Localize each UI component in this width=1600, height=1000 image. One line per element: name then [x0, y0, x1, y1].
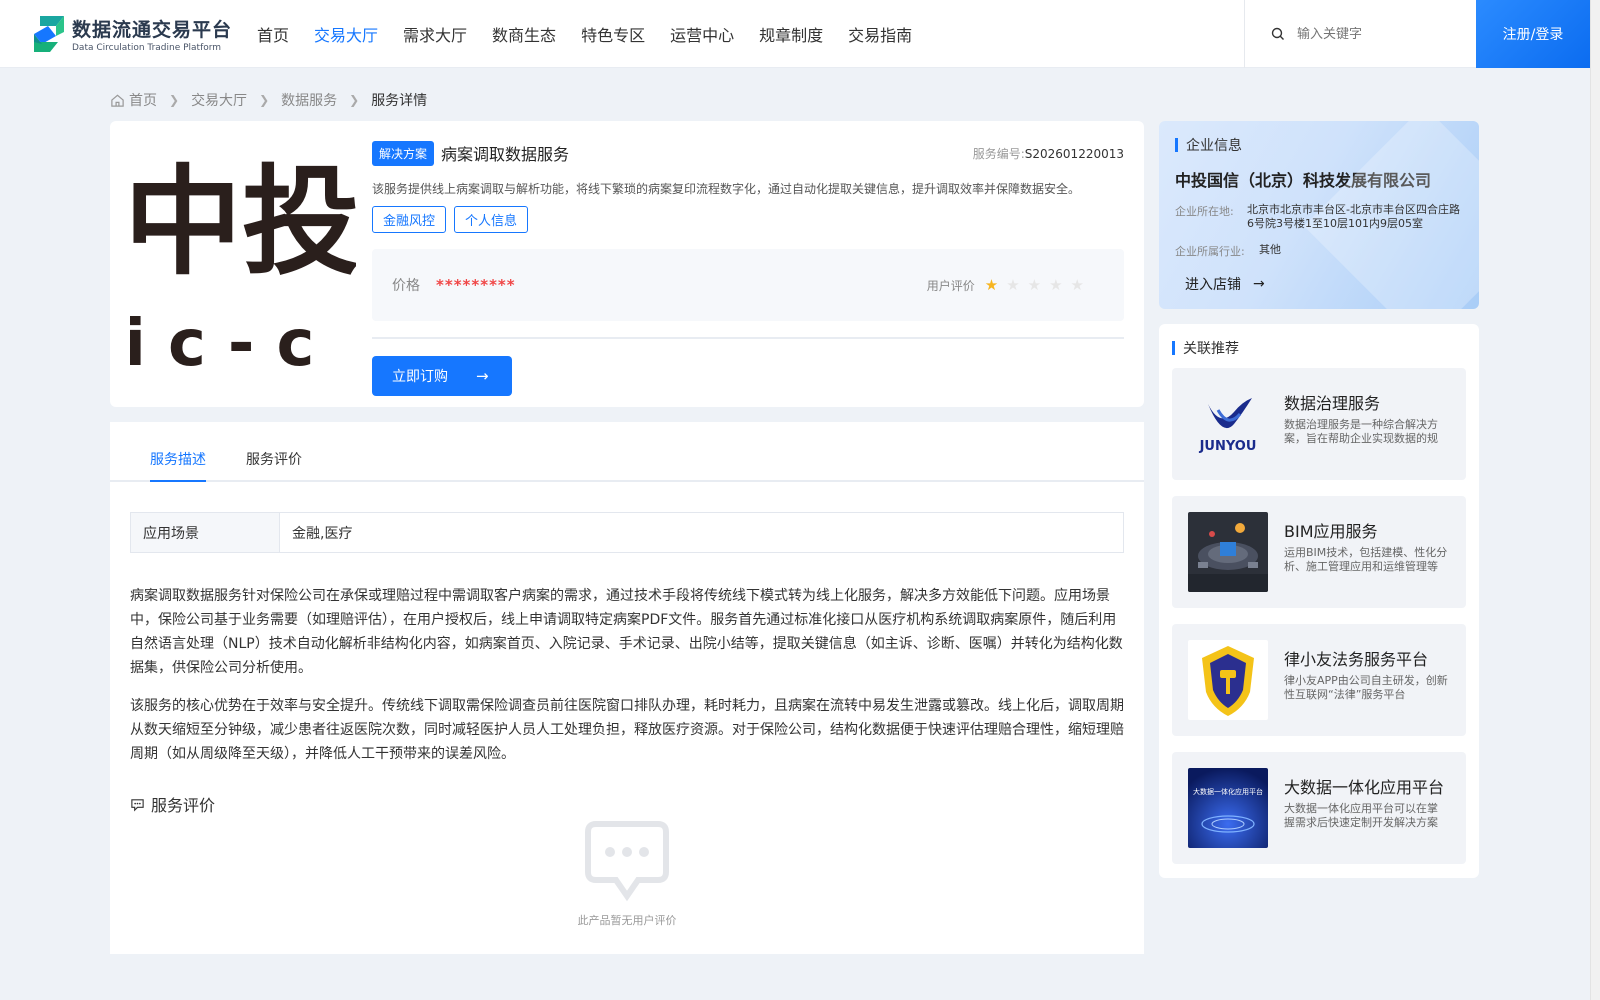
bim-thumbnail — [1188, 512, 1268, 592]
nav-trading-hall[interactable]: 交易大厅 — [314, 22, 378, 46]
home-icon — [111, 94, 124, 107]
breadcrumb-home[interactable]: 首页 — [129, 90, 157, 110]
review-section-title: 服务评价 — [130, 792, 215, 816]
recommend-item[interactable]: 大数据一体化应用平台 大数据一体化应用平台 大数据一体化应用平台可以在掌握需求后… — [1172, 752, 1466, 864]
order-now-button[interactable]: 立即订购 → — [372, 356, 512, 396]
breadcrumb-trading-hall[interactable]: 交易大厅 — [191, 90, 247, 110]
recommend-item-title: BIM应用服务 — [1284, 522, 1378, 541]
company-address-row: 企业所在地: 北京市北京市丰台区-北京市丰台区四合庄路6号院3号楼1至10层10… — [1175, 203, 1463, 231]
logo-icon — [34, 16, 64, 52]
scene-value: 金融,医疗 — [292, 525, 353, 542]
detail-tabs: 服务描述 服务评价 — [110, 422, 1144, 482]
svg-text:ic-c: ic-c — [130, 307, 336, 369]
breadcrumb-current: 服务详情 — [371, 93, 428, 109]
recommend-item-title: 律小友法务服务平台 — [1284, 650, 1429, 669]
rating-stars: ★ ★ ★ ★ ★ — [985, 276, 1092, 294]
nav-ecosystem[interactable]: 数商生态 — [492, 22, 556, 46]
company-section-title: 企业信息 — [1175, 135, 1242, 155]
tab-service-review[interactable]: 服务评价 — [246, 422, 302, 480]
login-register-button[interactable]: 注册/登录 — [1476, 0, 1590, 68]
product-description: 该服务提供线上病案调取与解析功能，将线下繁琐的病案复印流程数字化，通过自动化提取… — [372, 182, 1081, 196]
nav-regulations[interactable]: 规章制度 — [759, 22, 823, 46]
tag-financial-risk[interactable]: 金融风控 — [372, 206, 447, 233]
price-box: 价格 ********* 用户评价 ★ ★ ★ ★ ★ — [372, 249, 1124, 321]
search-input[interactable] — [1297, 26, 1467, 42]
recommend-item-title: 大数据一体化应用平台 — [1284, 778, 1445, 797]
search-icon[interactable] — [1271, 27, 1285, 41]
star-empty-icon: ★ — [1049, 276, 1063, 294]
logo-title: 数据流通交易平台 — [72, 19, 233, 41]
company-industry-row: 企业所属行业: 其他 — [1175, 243, 1475, 259]
recommend-section-title: 关联推荐 — [1172, 338, 1239, 358]
recommend-item[interactable]: BIM应用服务 运用BIM技术，包括建模、性化分析、施工管理应用和运维管理等服务 — [1172, 496, 1466, 608]
star-filled-icon: ★ — [984, 276, 999, 294]
breadcrumb-data-service[interactable]: 数据服务 — [281, 90, 337, 110]
company-address: 北京市北京市丰台区-北京市丰台区四合庄路6号院3号楼1至10层101内9层05室 — [1247, 203, 1460, 230]
logo-subtitle: Data Circulation Tradine Platform — [72, 43, 222, 53]
nav-demand-hall[interactable]: 需求大厅 — [403, 22, 467, 46]
nav-home[interactable]: 首页 — [257, 22, 289, 46]
type-badge: 解决方案 — [372, 140, 435, 166]
chevron-right-icon: ❯ — [259, 93, 270, 107]
price-value: ********* — [436, 276, 516, 294]
company-address-label: 企业所在地: — [1175, 205, 1234, 218]
svg-text:中投: 中投 — [130, 152, 356, 291]
law-shield-thumbnail — [1188, 640, 1268, 720]
detail-card: 服务描述 服务评价 应用场景 金融,医疗 病案调取数据服务针对保险公司在承保或理… — [110, 422, 1144, 954]
chat-icon — [131, 798, 144, 811]
empty-review-text: 此产品暂无用户评价 — [577, 914, 677, 927]
tag-personal-info[interactable]: 个人信息 — [454, 206, 529, 233]
service-number: 服务编号:S202601220013 — [972, 146, 1124, 161]
svg-text:JUNYOU: JUNYOU — [1199, 439, 1257, 454]
chevron-right-icon: ❯ — [349, 93, 360, 107]
recommend-item-desc: 律小友APP由公司自主研发，创新性互联网“法律”服务平台 — [1284, 674, 1448, 701]
recommend-card: 关联推荐 JUNYOU 数据治理服务 数据治理服务是一种综合解决方案，旨在帮助企… — [1159, 324, 1479, 878]
chevron-right-icon: ❯ — [169, 93, 180, 107]
empty-comment-icon — [585, 821, 669, 902]
top-header: 数据流通交易平台 Data Circulation Tradine Platfo… — [0, 0, 1590, 68]
star-empty-icon: ★ — [1070, 276, 1084, 294]
main-nav: 首页 交易大厅 需求大厅 数商生态 特色专区 运营中心 规章制度 交易指南 — [257, 22, 937, 46]
description-paragraph: 该服务的核心优势在于效率与安全提升。传统线下调取需保险调查员前往医院窗口排队办理… — [130, 698, 1124, 762]
star-empty-icon: ★ — [1006, 276, 1020, 294]
page-scrollbar[interactable] — [1590, 0, 1600, 1000]
nav-operation-center[interactable]: 运营中心 — [670, 22, 734, 46]
junyou-logo-thumbnail: JUNYOU — [1188, 384, 1268, 464]
product-title: 病案调取数据服务 — [441, 145, 570, 164]
company-name: 中投国信（北京）科技发展有限公司 — [1175, 171, 1432, 190]
scene-label: 应用场景 — [131, 513, 280, 552]
logo[interactable]: 数据流通交易平台 Data Circulation Tradine Platfo… — [30, 14, 232, 54]
order-now-label: 立即订购 — [392, 369, 448, 385]
tab-service-description[interactable]: 服务描述 — [150, 422, 206, 482]
rating-label: 用户评价 — [926, 278, 975, 293]
recommend-item[interactable]: 律小友法务服务平台 律小友APP由公司自主研发，创新性互联网“法律”服务平台 — [1172, 624, 1466, 736]
breadcrumb: 首页 ❯ 交易大厅 ❯ 数据服务 ❯ 服务详情 — [110, 90, 427, 110]
scene-table: 应用场景 金融,医疗 — [130, 512, 1124, 553]
recommend-item-title: 数据治理服务 — [1284, 394, 1381, 413]
recommend-item-desc: 大数据一体化应用平台可以在掌握需求后快速定制开发解决方案 — [1284, 802, 1438, 829]
price-label: 价格 — [392, 278, 420, 294]
star-empty-icon: ★ — [1027, 276, 1042, 294]
enter-shop-link[interactable]: 进入店铺 → — [1185, 274, 1265, 294]
big-data-platform-thumbnail: 大数据一体化应用平台 — [1188, 768, 1268, 848]
arrow-right-icon: → — [476, 367, 489, 385]
arrow-right-icon: → — [1253, 276, 1265, 292]
company-info-card: 企业信息 中投国信（北京）科技发展有限公司 企业所在地: 北京市北京市丰台区-北… — [1159, 121, 1479, 309]
recommend-item[interactable]: JUNYOU 数据治理服务 数据治理服务是一种综合解决方案，旨在帮助企业实现数据… — [1172, 368, 1466, 480]
recommend-item-desc: 运用BIM技术，包括建模、性化分析、施工管理应用和运维管理等服务 — [1284, 546, 1448, 573]
company-industry-label: 企业所属行业: — [1175, 245, 1245, 258]
company-industry: 其他 — [1259, 243, 1281, 256]
description-paragraph: 病案调取数据服务针对保险公司在承保或理赔过程中需调取客户病案的需求，通过技术手段… — [130, 588, 1123, 676]
divider — [372, 337, 1124, 339]
nav-special-zone[interactable]: 特色专区 — [581, 22, 645, 46]
nav-trading-guide[interactable]: 交易指南 — [848, 22, 912, 46]
product-image: 中投 ic-c — [130, 143, 356, 369]
svg-text:大数据一体化应用平台: 大数据一体化应用平台 — [1193, 787, 1263, 796]
product-card: 中投 ic-c 解决方案 病案调取数据服务 服务编号:S202601220013… — [110, 121, 1144, 407]
search-box — [1244, 0, 1476, 68]
recommend-item-desc: 数据治理服务是一种综合解决方案，旨在帮助企业实现数据的规范化管理 — [1284, 418, 1438, 445]
